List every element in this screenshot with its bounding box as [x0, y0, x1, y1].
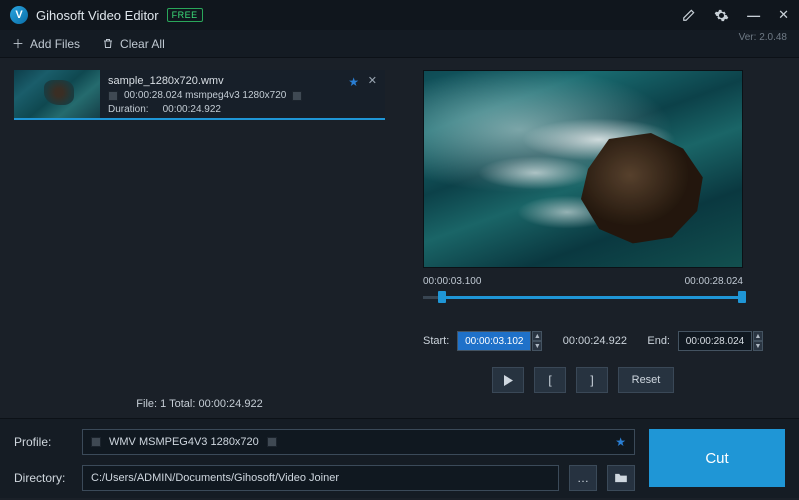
- version-label: Ver: 2.0.48: [739, 32, 787, 43]
- cut-button[interactable]: Cut: [649, 429, 785, 487]
- app-title: Gihosoft Video Editor: [36, 8, 159, 23]
- open-folder-button[interactable]: [607, 465, 635, 491]
- trim-slider[interactable]: [423, 289, 743, 307]
- profile-selector[interactable]: WMV MSMPEG4V3 1280x720 ★: [82, 429, 635, 455]
- start-label: Start:: [423, 335, 449, 347]
- file-list-footer: File: 1 Total: 00:00:24.922: [14, 390, 385, 418]
- file-list-panel: sample_1280x720.wmv 00:00:28.024 msmpeg4…: [0, 58, 395, 418]
- mark-out-button[interactable]: ]: [576, 367, 608, 393]
- time-start-readout: 00:00:03.100: [423, 276, 481, 287]
- end-label: End:: [647, 335, 670, 347]
- profile-value: WMV MSMPEG4V3 1280x720: [109, 436, 259, 448]
- favorite-button[interactable]: ★: [348, 74, 359, 91]
- close-button[interactable]: ✕: [778, 7, 789, 23]
- minimize-button[interactable]: —: [747, 8, 760, 23]
- end-time-field[interactable]: [678, 331, 752, 351]
- trash-icon: [102, 37, 114, 50]
- plus-icon: ＋: [12, 35, 24, 52]
- directory-value: C:/Users/ADMIN/Documents/Gihosoft/Video …: [91, 472, 339, 484]
- start-time-field[interactable]: [457, 331, 531, 351]
- start-up[interactable]: ▲: [532, 331, 542, 341]
- gear-icon[interactable]: [714, 8, 729, 23]
- remove-file-button[interactable]: ✕: [368, 74, 377, 89]
- add-files-button[interactable]: ＋ Add Files: [12, 35, 80, 52]
- titlebar: V Gihosoft Video Editor FREE — ✕: [0, 0, 799, 30]
- add-files-label: Add Files: [30, 37, 80, 51]
- video-preview[interactable]: [423, 70, 743, 268]
- duration-label: Duration:: [108, 103, 149, 117]
- slider-handle-end[interactable]: [738, 291, 746, 303]
- app-logo: V: [10, 6, 28, 24]
- time-end-readout: 00:00:28.024: [685, 276, 743, 287]
- directory-label: Directory:: [14, 471, 72, 485]
- res-icon: [292, 91, 302, 101]
- start-down[interactable]: ▼: [532, 341, 542, 351]
- slider-handle-start[interactable]: [438, 291, 446, 303]
- selection-duration: 00:00:24.922: [550, 335, 639, 347]
- play-button[interactable]: [492, 367, 524, 393]
- file-codec-line: 00:00:28.024 msmpeg4v3 1280x720: [124, 89, 286, 103]
- end-up[interactable]: ▲: [753, 331, 763, 341]
- profile-res-icon: [267, 437, 277, 447]
- preview-panel: 00:00:03.100 00:00:28.024 Start: ▲▼ 00:0…: [395, 58, 799, 418]
- mark-in-button[interactable]: [: [534, 367, 566, 393]
- clear-all-label: Clear All: [120, 37, 165, 51]
- toolbar: ＋ Add Files Clear All: [0, 30, 799, 58]
- file-row[interactable]: sample_1280x720.wmv 00:00:28.024 msmpeg4…: [14, 70, 385, 120]
- profile-icon: [91, 437, 101, 447]
- free-badge: FREE: [167, 8, 203, 22]
- duration-value: 00:00:24.922: [163, 103, 221, 117]
- end-time-input[interactable]: ▲▼: [678, 331, 763, 351]
- file-name: sample_1280x720.wmv: [108, 74, 377, 89]
- edit-icon[interactable]: [682, 8, 696, 22]
- profile-favorite-icon[interactable]: ★: [615, 435, 626, 449]
- directory-more-button[interactable]: …: [569, 465, 597, 491]
- clear-all-button[interactable]: Clear All: [102, 37, 165, 51]
- start-time-input[interactable]: ▲▼: [457, 331, 542, 351]
- end-down[interactable]: ▼: [753, 341, 763, 351]
- codec-icon: [108, 91, 118, 101]
- directory-field[interactable]: C:/Users/ADMIN/Documents/Gihosoft/Video …: [82, 465, 559, 491]
- reset-button[interactable]: Reset: [618, 367, 674, 393]
- file-thumbnail: [14, 70, 100, 118]
- profile-label: Profile:: [14, 435, 72, 449]
- bottom-bar: Profile: WMV MSMPEG4V3 1280x720 ★ Direct…: [0, 418, 799, 498]
